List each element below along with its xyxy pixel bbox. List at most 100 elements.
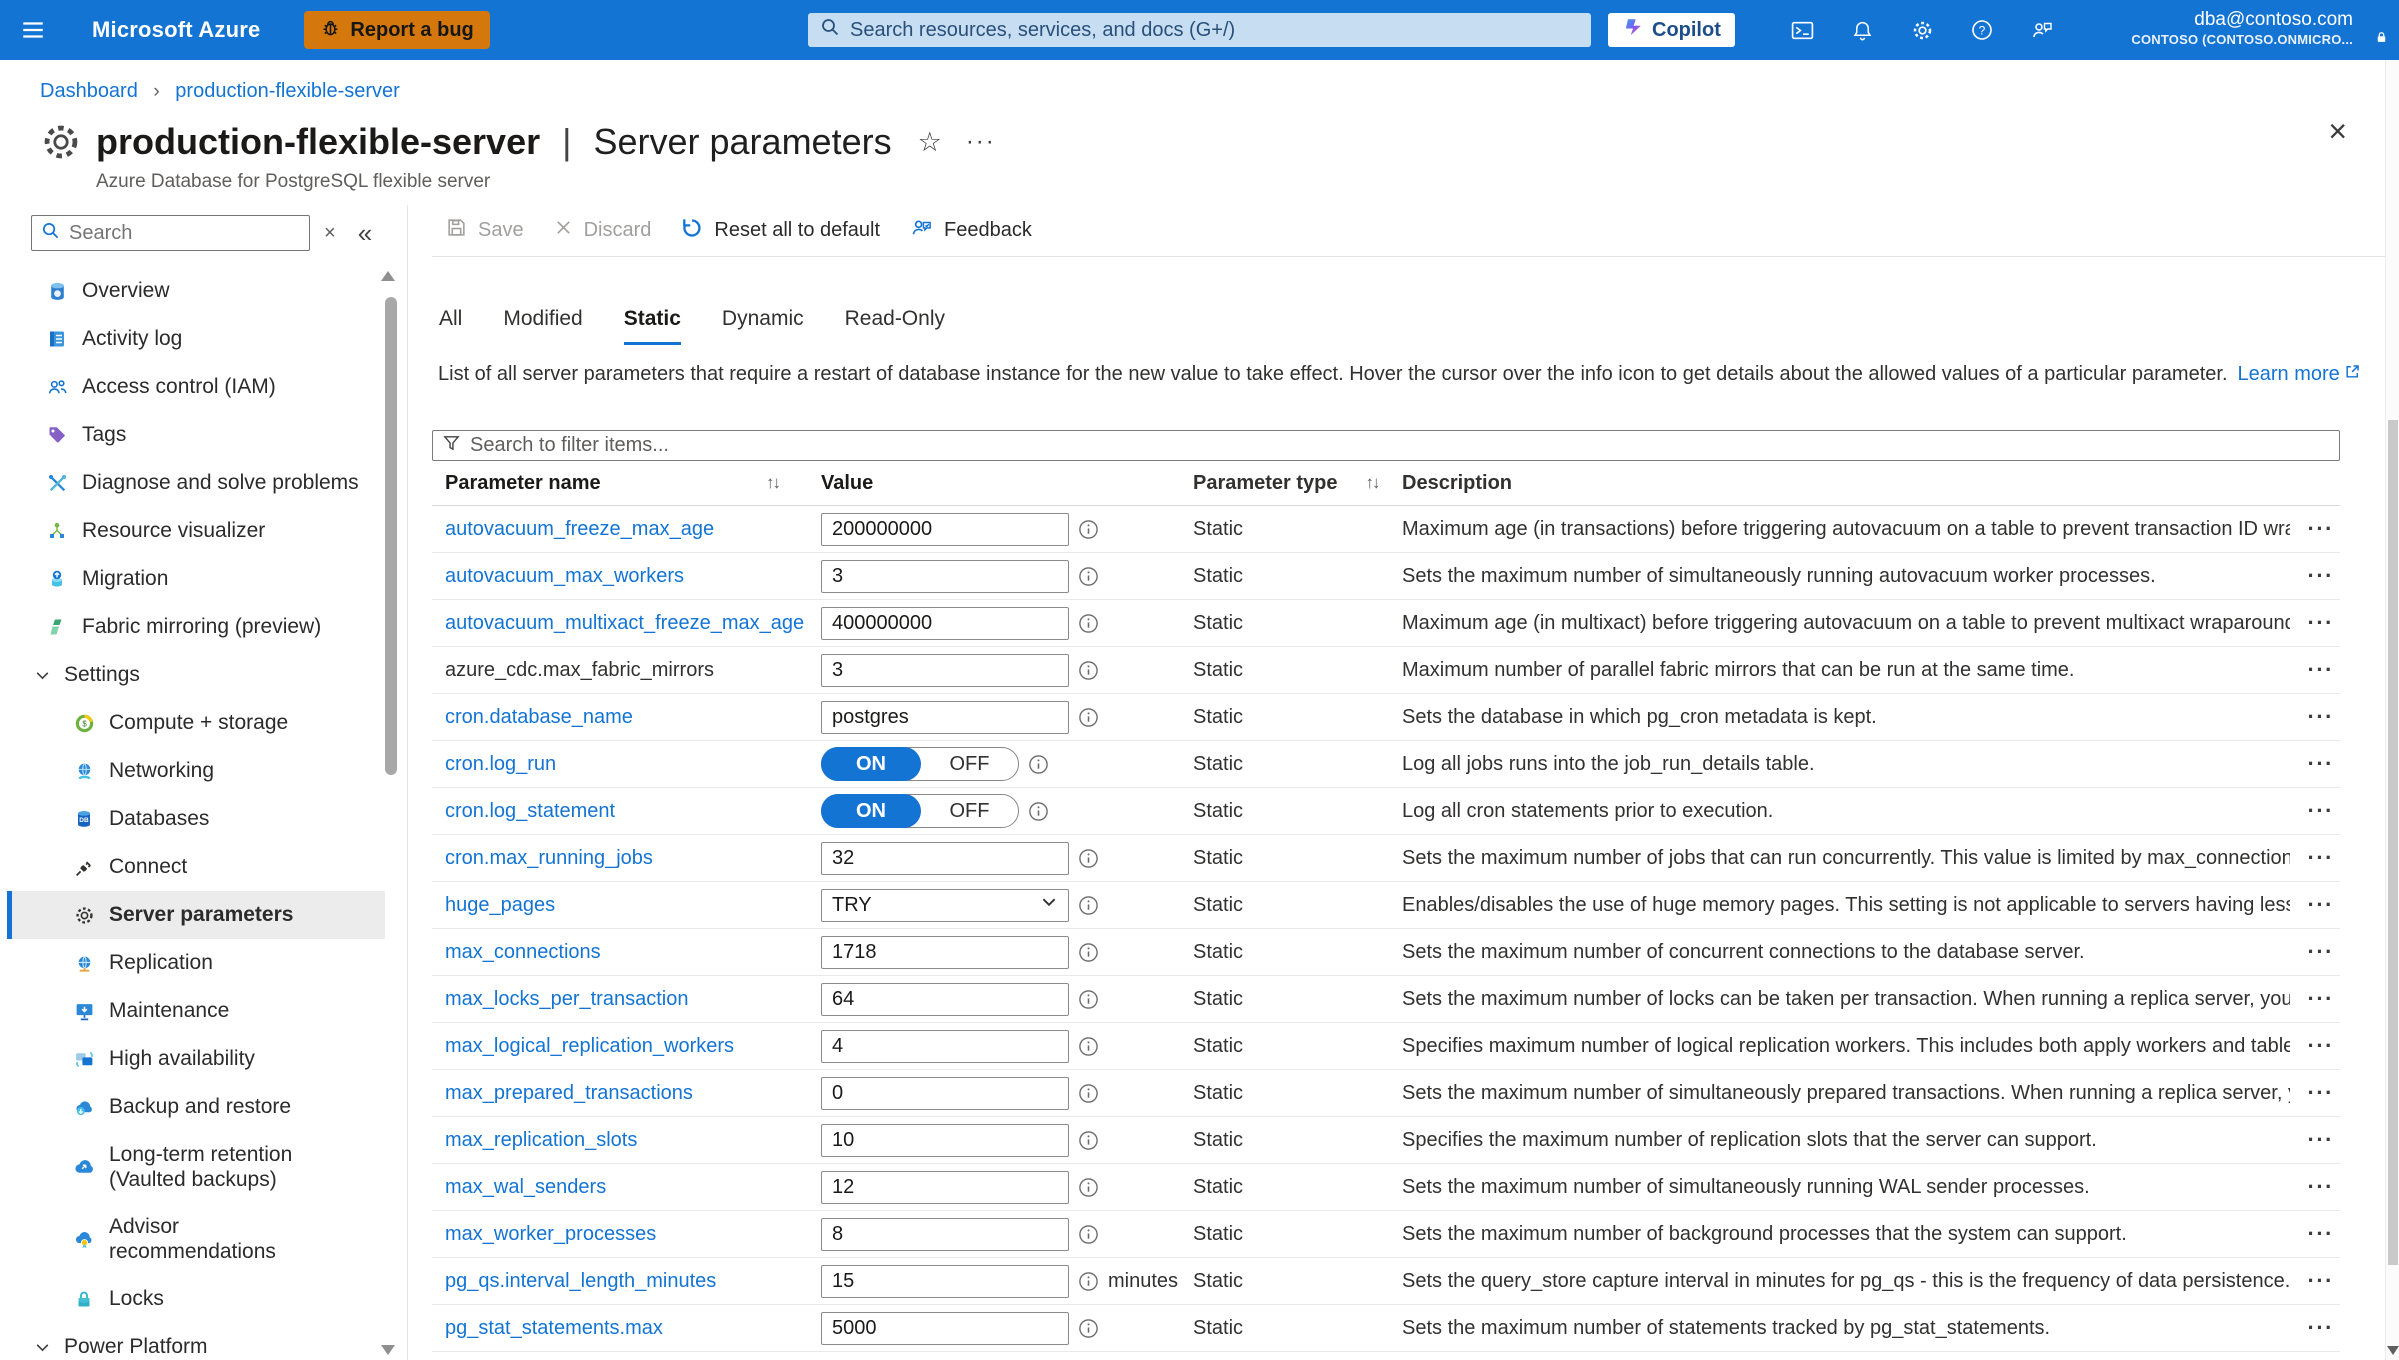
copilot-button[interactable]: Copilot xyxy=(1608,13,1735,47)
info-icon[interactable] xyxy=(1078,566,1099,587)
info-icon[interactable] xyxy=(1078,707,1099,728)
sidebar-group-power-platform[interactable]: Power Platform xyxy=(7,1323,385,1360)
learn-more-link[interactable]: Learn more xyxy=(2238,363,2361,386)
tab-read-only[interactable]: Read-Only xyxy=(845,307,945,345)
tab-all[interactable]: All xyxy=(439,307,462,345)
feedback-person-icon[interactable] xyxy=(2012,0,2072,60)
header-parameter-name[interactable]: Parameter name ↑↓ xyxy=(432,472,821,495)
info-icon[interactable] xyxy=(1078,848,1099,869)
tab-dynamic[interactable]: Dynamic xyxy=(722,307,804,345)
sidebar-item-server-parameters[interactable]: Server parameters xyxy=(7,891,385,939)
row-menu-button[interactable]: ··· xyxy=(2290,1268,2340,1294)
info-icon[interactable] xyxy=(1078,989,1099,1010)
parameter-name-link[interactable]: max_logical_replication_workers xyxy=(445,1035,734,1058)
info-icon[interactable] xyxy=(1028,754,1049,775)
info-icon[interactable] xyxy=(1078,660,1099,681)
sidebar-item-networking[interactable]: Networking xyxy=(7,747,385,795)
parameter-name-link[interactable]: max_connections xyxy=(445,941,601,964)
row-menu-button[interactable]: ··· xyxy=(2290,1080,2340,1106)
parameter-name-link[interactable]: autovacuum_multixact_freeze_max_age xyxy=(445,612,804,635)
parameter-name-link[interactable]: autovacuum_freeze_max_age xyxy=(445,518,714,541)
value-input[interactable] xyxy=(821,841,1069,875)
value-input[interactable] xyxy=(821,1311,1069,1345)
info-icon[interactable] xyxy=(1078,1036,1099,1057)
parameter-name-link[interactable]: cron.log_statement xyxy=(445,800,615,823)
info-icon[interactable] xyxy=(1078,613,1099,634)
sidebar-item-replication[interactable]: Replication xyxy=(7,939,385,987)
hamburger-menu-icon[interactable] xyxy=(0,17,66,43)
value-input[interactable] xyxy=(821,935,1069,969)
sidebar-item-high-availability[interactable]: High availability xyxy=(7,1035,385,1083)
value-input[interactable] xyxy=(821,1029,1069,1063)
sidebar-item-databases[interactable]: DB Databases xyxy=(7,795,385,843)
row-menu-button[interactable]: ··· xyxy=(2290,798,2340,824)
row-menu-button[interactable]: ··· xyxy=(2290,751,2340,777)
value-input[interactable] xyxy=(821,559,1069,593)
tab-modified[interactable]: Modified xyxy=(503,307,582,345)
sidebar-item-access-control-iam[interactable]: Access control (IAM) xyxy=(7,363,385,411)
value-input[interactable] xyxy=(821,653,1069,687)
close-blade-icon[interactable]: × xyxy=(2328,113,2347,150)
parameter-name-link[interactable]: cron.database_name xyxy=(445,706,633,729)
sidebar-item-diagnose-and-solve-problems[interactable]: Diagnose and solve problems xyxy=(7,459,385,507)
sidebar-item-fabric-mirroring-preview[interactable]: Fabric mirroring (preview) xyxy=(7,603,385,651)
sidebar-item-activity-log[interactable]: Activity log xyxy=(7,315,385,363)
toggle-off-label[interactable]: OFF xyxy=(921,800,1018,823)
info-icon[interactable] xyxy=(1078,1318,1099,1339)
sidebar-collapse-icon[interactable]: « xyxy=(358,218,372,249)
toggle-on-label[interactable]: ON xyxy=(821,747,921,781)
parameter-name-link[interactable]: max_prepared_transactions xyxy=(445,1082,693,1105)
value-input[interactable] xyxy=(821,700,1069,734)
sidebar-item-backup-and-restore[interactable]: Backup and restore xyxy=(7,1083,385,1131)
value-toggle[interactable]: ON OFF xyxy=(821,794,1019,828)
filter-items-input[interactable]: Search to filter items... xyxy=(432,430,2340,461)
row-menu-button[interactable]: ··· xyxy=(2290,986,2340,1012)
value-input[interactable] xyxy=(821,1217,1069,1251)
value-toggle[interactable]: ON OFF xyxy=(821,747,1019,781)
value-input[interactable] xyxy=(821,1170,1069,1204)
notifications-bell-icon[interactable] xyxy=(1832,0,1892,60)
info-icon[interactable] xyxy=(1078,1083,1099,1104)
info-icon[interactable] xyxy=(1078,1271,1099,1292)
info-icon[interactable] xyxy=(1078,942,1099,963)
value-input[interactable] xyxy=(821,1076,1069,1110)
save-button[interactable]: Save xyxy=(446,217,524,244)
value-input[interactable] xyxy=(821,982,1069,1016)
sidebar-scrollbar-thumb[interactable] xyxy=(385,297,397,775)
sidebar-item-maintenance[interactable]: Maintenance xyxy=(7,987,385,1035)
row-menu-button[interactable]: ··· xyxy=(2290,1127,2340,1153)
sidebar-scroll-up-icon[interactable] xyxy=(381,271,395,281)
sidebar-item-migration[interactable]: Migration xyxy=(7,555,385,603)
info-icon[interactable] xyxy=(1078,1130,1099,1151)
row-menu-button[interactable]: ··· xyxy=(2290,610,2340,636)
parameter-name-link[interactable]: cron.log_run xyxy=(445,753,556,776)
row-menu-button[interactable]: ··· xyxy=(2290,516,2340,542)
settings-gear-icon[interactable] xyxy=(1892,0,1952,60)
sidebar-item-connect[interactable]: Connect xyxy=(7,843,385,891)
parameter-name-link[interactable]: max_replication_slots xyxy=(445,1129,637,1152)
row-menu-button[interactable]: ··· xyxy=(2290,939,2340,965)
info-icon[interactable] xyxy=(1078,1224,1099,1245)
discard-button[interactable]: Discard xyxy=(554,218,651,243)
sidebar-scroll-down-icon[interactable] xyxy=(381,1345,395,1355)
value-input[interactable] xyxy=(821,1123,1069,1157)
breadcrumb-current-link[interactable]: production-flexible-server xyxy=(175,80,400,102)
breadcrumb-dashboard-link[interactable]: Dashboard xyxy=(40,80,138,102)
parameter-name-link[interactable]: max_wal_senders xyxy=(445,1176,606,1199)
page-scroll-down-icon[interactable] xyxy=(2387,1346,2399,1355)
sort-icon[interactable]: ↑↓ xyxy=(766,473,781,493)
row-menu-button[interactable]: ··· xyxy=(2290,845,2340,871)
parameter-name-link[interactable]: max_locks_per_transaction xyxy=(445,988,688,1011)
sidebar-item-compute-storage[interactable]: $ Compute + storage xyxy=(7,699,385,747)
sort-icon[interactable]: ↑↓ xyxy=(1366,473,1381,493)
cloud-shell-icon[interactable] xyxy=(1772,0,1832,60)
sidebar-search-input[interactable]: Search xyxy=(31,215,310,251)
parameter-name-link[interactable]: max_worker_processes xyxy=(445,1223,656,1246)
help-icon[interactable]: ? xyxy=(1952,0,2012,60)
report-a-bug-button[interactable]: Report a bug xyxy=(304,11,490,49)
row-menu-button[interactable]: ··· xyxy=(2290,657,2340,683)
row-menu-button[interactable]: ··· xyxy=(2290,1033,2340,1059)
value-input[interactable] xyxy=(821,1264,1069,1298)
row-menu-button[interactable]: ··· xyxy=(2290,892,2340,918)
parameter-name-link[interactable]: huge_pages xyxy=(445,894,555,917)
